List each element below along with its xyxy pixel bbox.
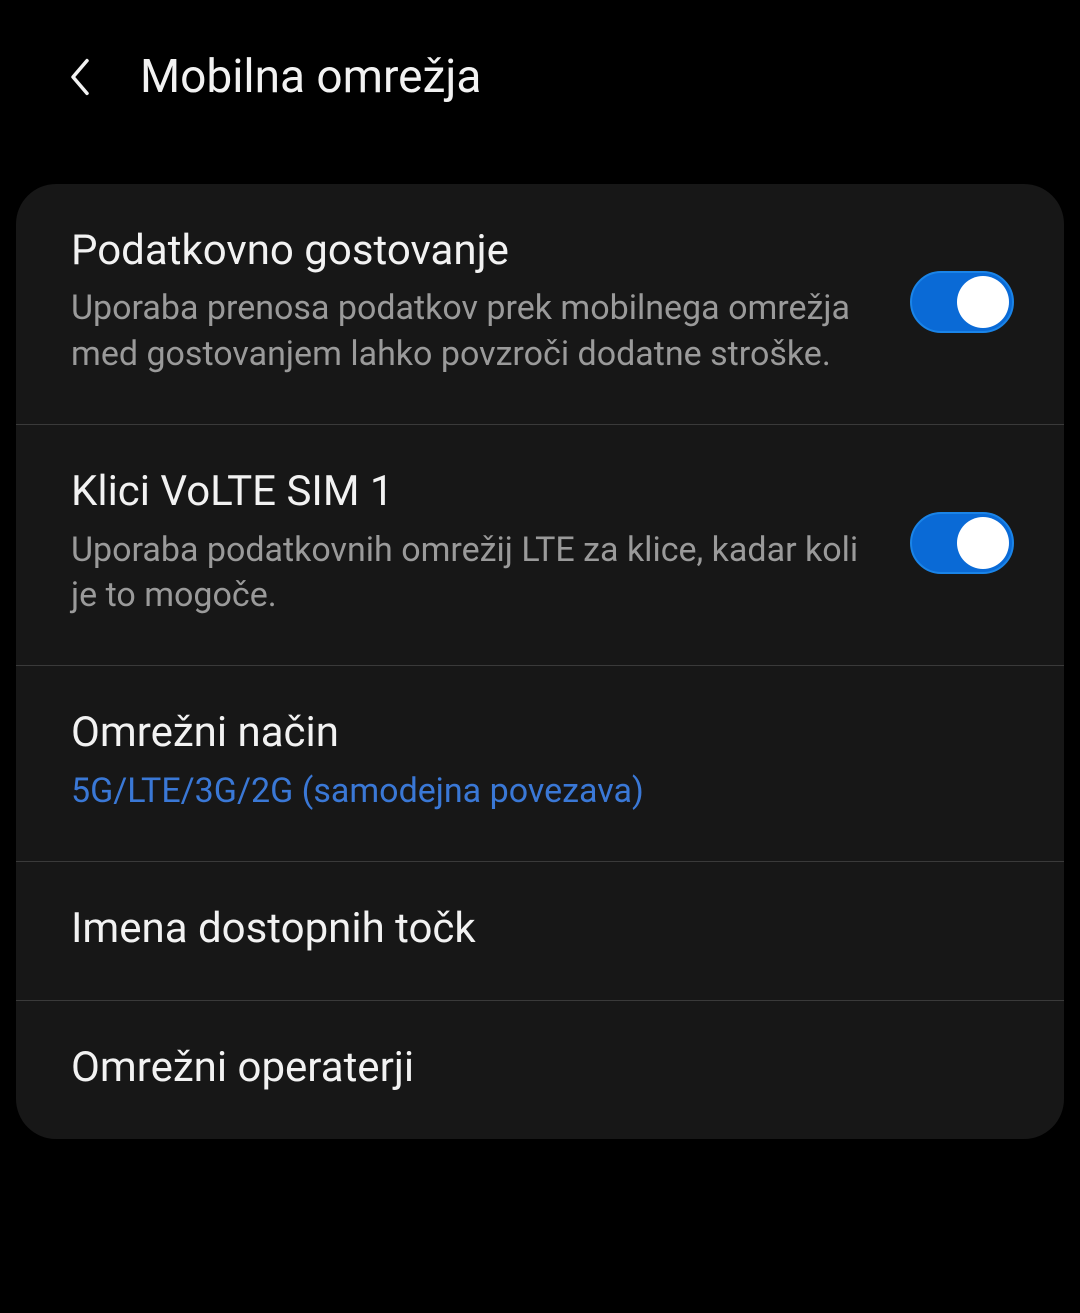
data-roaming-title: Podatkovno gostovanje [71,226,880,276]
back-icon[interactable] [60,57,100,97]
apn-row[interactable]: Imena dostopnih točk [16,862,1064,1001]
toggle-knob [957,276,1009,328]
data-roaming-row[interactable]: Podatkovno gostovanje Uporaba prenosa po… [16,184,1064,425]
operators-row[interactable]: Omrežni operaterji [16,1001,1064,1139]
settings-panel: Podatkovno gostovanje Uporaba prenosa po… [16,184,1064,1139]
page-title: Mobilna omrežja [140,50,481,104]
network-mode-row[interactable]: Omrežni način 5G/LTE/3G/2G (samodejna po… [16,666,1064,861]
apn-text: Imena dostopnih točk [71,904,1014,954]
apn-title: Imena dostopnih točk [71,904,984,954]
network-mode-title: Omrežni način [71,708,984,758]
volte-subtitle: Uporaba podatkovnih omrežij LTE za klice… [71,528,880,620]
header: Mobilna omrežja [0,0,1080,154]
data-roaming-text: Podatkovno gostovanje Uporaba prenosa po… [71,226,910,378]
network-mode-value: 5G/LTE/3G/2G (samodejna povezava) [71,769,984,815]
toggle-knob [957,517,1009,569]
operators-title: Omrežni operaterji [71,1043,984,1093]
volte-title: Klici VoLTE SIM 1 [71,467,880,517]
network-mode-text: Omrežni način 5G/LTE/3G/2G (samodejna po… [71,708,1014,814]
volte-row[interactable]: Klici VoLTE SIM 1 Uporaba podatkovnih om… [16,425,1064,666]
data-roaming-subtitle: Uporaba prenosa podatkov prek mobilnega … [71,286,880,378]
data-roaming-toggle[interactable] [910,271,1014,333]
volte-toggle[interactable] [910,512,1014,574]
volte-text: Klici VoLTE SIM 1 Uporaba podatkovnih om… [71,467,910,619]
operators-text: Omrežni operaterji [71,1043,1014,1093]
